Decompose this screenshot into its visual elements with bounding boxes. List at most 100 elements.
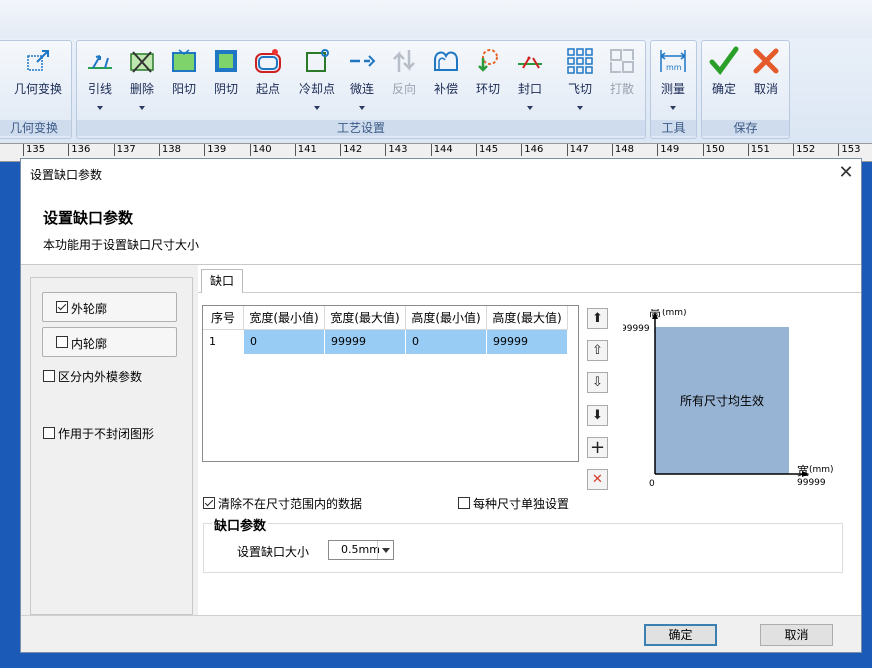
tab-notch[interactable]: 缺口 [201, 269, 243, 293]
inner-contour-checkbox[interactable] [56, 336, 68, 348]
button-label: 反向 [391, 82, 416, 96]
y-axis-unit: (mm) [662, 309, 687, 318]
micro-joint-dropdown-arrow[interactable] [359, 106, 365, 110]
lead-line-icon [88, 55, 112, 69]
ruler-tick: 141 [294, 144, 317, 156]
measure-dropdown-arrow[interactable] [670, 106, 676, 110]
cooling-point-button[interactable]: 冷却点 [294, 46, 340, 106]
ruler-tick: 142 [340, 144, 362, 156]
cooling-point-dropdown-arrow[interactable] [314, 106, 320, 110]
compensation-icon [434, 51, 458, 71]
scatter-button[interactable]: 打散 [602, 46, 642, 106]
delete-dropdown-arrow[interactable] [139, 106, 145, 110]
outer-cut-icon [172, 49, 196, 72]
svg-text:mm: mm [666, 63, 682, 72]
compensation-button[interactable]: 补偿 [426, 46, 466, 106]
micro-joint-icon [350, 55, 376, 67]
lead-line-dropdown-arrow[interactable] [97, 106, 103, 110]
ruler-tick: 135 [23, 144, 45, 156]
ruler-tick: 151 [747, 144, 770, 156]
cancel-ribbon-button[interactable]: 取消 [746, 46, 786, 106]
inner-cut-icon [215, 50, 237, 72]
dialog-title: 设置缺口参数 [30, 168, 103, 182]
reverse-button[interactable]: 反向 [384, 46, 424, 106]
table-cell[interactable]: 99999 [325, 330, 406, 354]
button-label: 飞切 [567, 82, 592, 96]
ring-cut-button[interactable]: 环切 [468, 46, 508, 106]
ribbon-group-label: 工具 [651, 120, 696, 136]
seal-dropdown-arrow[interactable] [527, 106, 533, 110]
column-header[interactable]: 高度(最小值) [406, 306, 487, 330]
chevron-down-icon[interactable] [377, 541, 393, 559]
ruler-tick: 138 [158, 144, 181, 156]
button-label: 几何变换 [14, 82, 63, 96]
inner-cut-button[interactable]: 阴切 [206, 46, 246, 106]
table-cell[interactable]: 99999 [487, 330, 568, 354]
outer-contour-label: 外轮廓 [71, 302, 108, 316]
ruler-tick: 149 [657, 144, 679, 156]
move-bottom-button[interactable]: ⬇ [587, 405, 608, 426]
ok-ribbon-button[interactable]: 确定 [704, 46, 744, 106]
open-shapes-checkbox[interactable] [43, 427, 55, 439]
ruler-tick: 144 [430, 144, 453, 156]
button-label: 打散 [609, 82, 634, 96]
move-up-button[interactable]: ⇧ [587, 340, 608, 361]
inner-contour-toggle[interactable]: 内轮廓 [42, 327, 177, 357]
move-down-button[interactable]: ⇩ [587, 372, 608, 393]
column-header[interactable]: 序号 [203, 306, 244, 330]
outer-contour-checkbox[interactable] [56, 301, 68, 313]
column-header[interactable]: 高度(最大值) [487, 306, 568, 330]
clear-out-of-range-checkbox[interactable] [203, 497, 215, 509]
dialog-header: 设置缺口参数 本功能用于设置缺口尺寸大小 [21, 187, 861, 265]
origin-label: 0 [649, 479, 655, 489]
size-range-table[interactable]: 序号 宽度(最小值) 宽度(最大值) 高度(最小值) 高度(最大值) 1 0 9… [202, 305, 579, 462]
ring-cut-icon [478, 49, 498, 72]
cancel-button[interactable]: 取消 [760, 624, 833, 646]
per-size-checkbox[interactable] [458, 497, 470, 509]
ok-button[interactable]: 确定 [644, 624, 717, 646]
move-top-icon: ⬆ [592, 311, 603, 326]
x-axis-label: 宽 [797, 463, 809, 478]
distinguish-molds-checkbox[interactable] [43, 370, 55, 382]
scatter-icon [610, 49, 634, 73]
table-cell[interactable]: 1 [203, 330, 244, 354]
measure-button[interactable]: mm 测量 [653, 46, 693, 106]
table-cell[interactable]: 0 [406, 330, 487, 354]
add-row-button[interactable]: + [587, 437, 608, 458]
check-icon [709, 46, 739, 75]
fly-cut-icon [567, 48, 593, 74]
button-label: 确定 [711, 82, 736, 96]
ribbon-group-label: 保存 [702, 120, 789, 136]
seal-button[interactable]: 封口 [510, 46, 550, 106]
close-icon[interactable]: ✕ [831, 159, 861, 187]
outer-cut-button[interactable]: 阳切 [164, 46, 204, 106]
move-top-button[interactable]: ⬆ [587, 308, 608, 329]
contour-options-panel: 外轮廓 内轮廓 区分内外模参数 作用于不封闭图形 [30, 277, 193, 615]
move-up-icon: ⇧ [592, 343, 603, 358]
column-header[interactable]: 宽度(最小值) [244, 306, 325, 330]
lead-line-button[interactable]: 引线 [80, 46, 120, 106]
remove-row-button[interactable]: ✕ [587, 469, 608, 490]
cancel-x-icon [753, 48, 779, 74]
table-cell[interactable]: 0 [244, 330, 325, 354]
ruler-tick: 147 [566, 144, 589, 156]
notch-size-select[interactable]: 0.5mm [328, 540, 394, 560]
add-icon: + [589, 437, 606, 458]
fly-cut-dropdown-arrow[interactable] [577, 106, 583, 110]
ruler-tick: 139 [204, 144, 226, 156]
ribbon-tab-strip [0, 0, 872, 38]
x-axis-unit: (mm) [809, 465, 834, 475]
geometry-transform-button[interactable]: 几何变换 [14, 46, 62, 106]
fly-cut-button[interactable]: 飞切 [560, 46, 600, 106]
dialog-footer: 确定 取消 [21, 615, 861, 652]
column-header[interactable]: 宽度(最大值) [325, 306, 406, 330]
delete-button[interactable]: 删除 [122, 46, 162, 106]
dialog-titlebar: 设置缺口参数 ✕ [21, 159, 861, 187]
open-shapes-label: 作用于不封闭图形 [58, 427, 155, 441]
start-point-button[interactable]: 起点 [248, 46, 288, 106]
micro-joint-button[interactable]: 微连 [342, 46, 382, 106]
clear-out-of-range-label: 清除不在尺寸范围内的数据 [218, 497, 363, 511]
dialog-subtitle: 本功能用于设置缺口尺寸大小 [43, 238, 200, 252]
ruler-tick: 153 [838, 144, 860, 156]
outer-contour-toggle[interactable]: 外轮廓 [42, 292, 177, 322]
